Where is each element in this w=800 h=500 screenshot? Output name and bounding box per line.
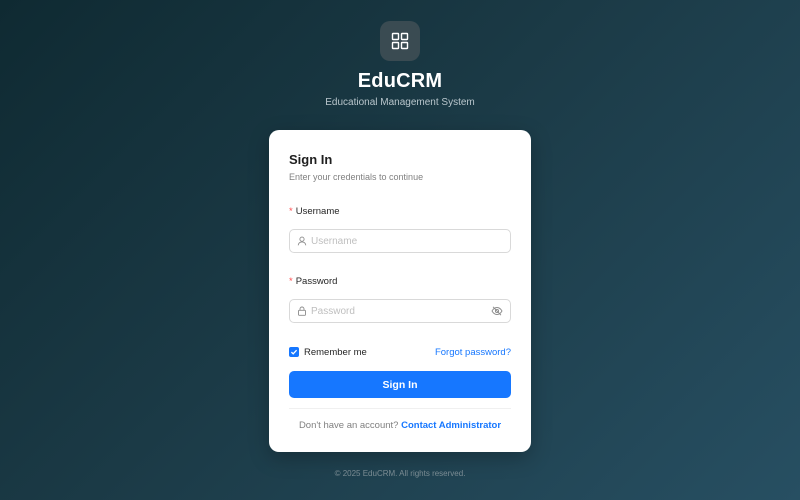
password-input[interactable] <box>311 301 491 321</box>
password-label: * Password <box>289 276 337 287</box>
grid-icon <box>391 32 409 50</box>
required-mark: * <box>289 206 293 217</box>
login-title: Sign In <box>289 152 333 167</box>
password-field[interactable] <box>289 299 511 323</box>
username-input[interactable] <box>311 231 503 251</box>
user-icon <box>297 236 307 246</box>
password-label-text: Password <box>295 276 338 287</box>
remember-row: Remember me Forgot password? <box>289 345 511 359</box>
app-title: EduCRM <box>357 70 443 92</box>
remember-label: Remember me <box>304 346 367 358</box>
login-subtitle: Enter your credentials to continue <box>289 172 424 182</box>
username-field[interactable] <box>289 229 511 253</box>
app-subtitle: Educational Management System <box>325 97 475 108</box>
sign-in-button[interactable]: Sign In <box>289 371 511 398</box>
remember-checkbox[interactable] <box>289 347 299 357</box>
app-logo <box>380 21 420 61</box>
username-label: * Username <box>289 206 340 217</box>
copyright: © 2025 EduCRM. All rights reserved. <box>334 469 466 478</box>
no-account-text: Don't have an account? <box>298 420 399 431</box>
forgot-password-link[interactable]: Forgot password? <box>435 347 511 358</box>
divider <box>289 408 511 409</box>
required-mark: * <box>289 276 293 287</box>
contact-admin-link[interactable]: Contact Administrator <box>401 420 501 431</box>
remember-me[interactable]: Remember me <box>289 347 367 358</box>
account-footer: Don't have an account? Contact Administr… <box>269 420 531 431</box>
lock-icon <box>297 306 307 316</box>
login-card: Sign In Enter your credentials to contin… <box>269 130 531 452</box>
username-label-text: Username <box>295 206 340 217</box>
eye-off-icon[interactable] <box>491 306 503 316</box>
